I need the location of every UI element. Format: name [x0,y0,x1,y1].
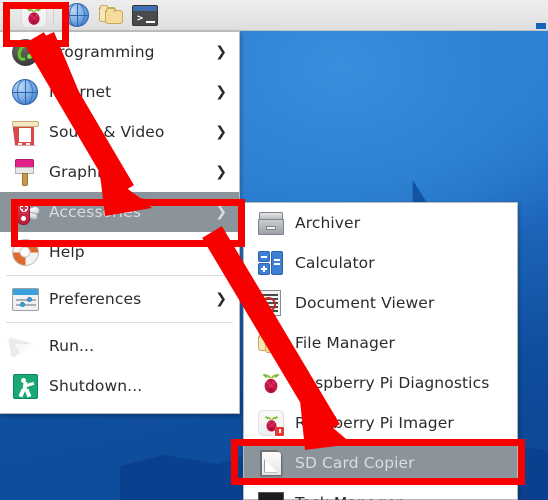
preferences-icon [10,284,40,314]
menu-item-label: Graphics [49,163,119,181]
menu-item-label: Programming [49,43,155,61]
menu-item-label: Help [49,243,85,261]
submenu-item-label: File Manager [295,334,396,352]
menu-item-label: Run... [49,337,95,355]
globe-icon [10,77,40,107]
sd-card-icon [256,448,286,478]
panel-separator [53,4,54,26]
menu-item-label: Accessories [49,203,141,221]
menu-separator [6,275,233,276]
raspberry-pi-menu-button[interactable] [19,2,49,29]
raspberry-pi-icon [256,368,286,398]
graphics-icon [10,157,40,187]
menu-item-internet[interactable]: Internet ❯ [0,72,239,112]
web-browser-launcher[interactable] [62,2,92,29]
menu-item-label: Preferences [49,290,142,308]
chevron-right-icon: ❯ [215,244,227,260]
submenu-item-file-manager[interactable]: File Manager [244,323,517,363]
menu-item-sound-and-video[interactable]: Sound & Video ❯ [0,112,239,152]
menu-separator [6,322,233,323]
accessories-submenu: Archiver Calculator Document Viewer File… [243,202,518,500]
folders-icon [98,4,124,26]
programming-icon [10,37,40,67]
submenu-item-document-viewer[interactable]: Document Viewer [244,283,517,323]
help-icon [10,237,40,267]
submenu-item-label: Calculator [295,254,375,272]
chevron-right-icon: ❯ [215,84,227,100]
submenu-item-label: Archiver [295,214,361,232]
submenu-item-archiver[interactable]: Archiver [244,203,517,243]
archiver-icon [256,208,286,238]
raspberry-pi-imager-icon [256,408,286,438]
file-manager-icon [256,328,286,358]
menu-item-programming[interactable]: Programming ❯ [0,32,239,72]
run-icon [9,331,40,361]
document-viewer-icon [256,288,286,318]
raspberry-glyph [26,8,42,25]
submenu-item-label: Document Viewer [295,294,435,312]
menu-item-accessories[interactable]: Accessories ❯ [0,192,239,232]
download-badge-icon [275,427,284,436]
submenu-item-task-manager[interactable]: Task Manager [244,483,517,500]
shutdown-icon [10,371,40,401]
menu-item-run[interactable]: Run... [0,326,239,366]
panel-tray-indicator [536,23,546,29]
accessories-icon [10,197,41,227]
submenu-item-label: Task Manager [295,494,403,500]
file-manager-launcher[interactable] [96,2,126,29]
chevron-right-icon: ❯ [215,291,227,307]
globe-icon [65,3,89,27]
menu-item-label: Shutdown... [49,377,143,395]
terminal-launcher[interactable]: > [130,2,160,29]
sound-video-icon [10,117,40,147]
menu-item-label: Sound & Video [49,123,165,141]
menu-item-graphics[interactable]: Graphics ❯ [0,152,239,192]
raspberry-pi-icon [21,2,47,28]
chevron-right-icon: ❯ [215,204,227,220]
top-panel: > [0,0,548,31]
menu-item-help[interactable]: Help ❯ [0,232,239,272]
terminal-icon: > [132,4,158,26]
submenu-item-label: Raspberry Pi Diagnostics [295,374,490,392]
menu-item-preferences[interactable]: Preferences ❯ [0,279,239,319]
chevron-right-icon: ❯ [215,44,227,60]
menu-item-label: Internet [49,83,112,101]
menu-item-shutdown[interactable]: Shutdown... [0,366,239,406]
chevron-right-icon: ❯ [215,164,227,180]
submenu-item-raspberry-pi-imager[interactable]: Raspberry Pi Imager [244,403,517,443]
submenu-item-raspberry-pi-diagnostics[interactable]: Raspberry Pi Diagnostics [244,363,517,403]
submenu-item-sd-card-copier[interactable]: SD Card Copier [244,443,517,483]
main-application-menu: Programming ❯ Internet ❯ Sound & Video ❯… [0,31,240,414]
calculator-icon [256,248,286,278]
raspberry-glyph [262,374,280,394]
screenshot-root: > Programming ❯ Internet ❯ Sound & Video… [0,0,548,500]
submenu-item-calculator[interactable]: Calculator [244,243,517,283]
chevron-right-icon: ❯ [215,124,227,140]
submenu-item-label: Raspberry Pi Imager [295,414,454,432]
submenu-item-label: SD Card Copier [295,454,415,472]
task-manager-icon [256,488,286,500]
